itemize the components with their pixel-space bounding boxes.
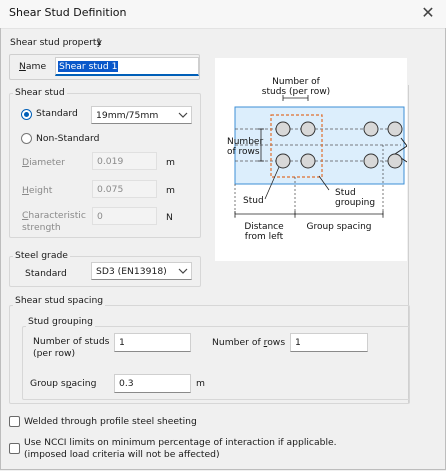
standard-radio[interactable] [21,109,32,120]
group-spacing-field[interactable]: 0.3 [114,374,191,393]
strength-unit: N [166,212,173,223]
name-field[interactable]: Shear stud 1 [55,57,199,76]
stud-circle [363,153,379,169]
steel-grade-value: SD3 (EN13918) [96,266,167,277]
diagram-grouping-label-1: Stud [335,188,356,198]
stud-circle [300,153,316,169]
strength-label: Characteristic strength [22,210,86,233]
strength-label-line2: strength [22,222,61,233]
stud-circle [275,153,291,169]
ncci-label-2: (imposed load criteria will not be affec… [24,449,220,460]
group-spacing-value: 0.3 [119,378,134,389]
stud-standard-value: 19mm/75mm [96,110,159,121]
shear-stud-legend: Shear stud [13,87,67,98]
diameter-unit: m [166,157,175,168]
welded-checkbox[interactable] [9,416,20,427]
name-value: Shear stud 1 [58,61,119,72]
stud-circle [363,121,379,137]
property-label: Shear stud property [10,37,102,48]
spacing-legend: Shear stud spacing [13,295,106,306]
chevron-down-icon [178,268,188,274]
diagram-studs-label-2: studs (per row) [262,87,330,97]
standard-radio-label: Standard [36,108,78,119]
diagram-studs-label-1: Number of [272,77,321,87]
height-unit: m [166,185,175,196]
height-label: Height [22,185,53,196]
property-value: 1 [96,37,102,48]
chevron-down-icon [178,112,188,118]
diagram-stud-label: Stud [243,196,264,206]
strength-field[interactable]: 0 [92,207,157,225]
stud-circle [300,121,316,137]
stud-circle [387,121,403,137]
steel-grade-standard-label: Standard [25,268,67,279]
window-title: Shear Stud Definition [9,6,127,19]
stud-diagram: Number of studs (per row) Number of rows… [215,58,408,261]
ncci-checkbox[interactable] [9,443,20,454]
nonstandard-radio[interactable] [21,133,32,144]
diameter-label: Diameter [22,157,65,168]
strength-value: 0 [97,211,103,222]
diagram-rows-label-1: Number [227,137,263,147]
studs-per-row-label-1: Number of studs [33,336,110,347]
diagram-distance-label-1: Distance [244,222,284,232]
studs-per-row-label: Number of studs (per row) [33,336,109,360]
diagram-grouping-label-2: grouping [335,198,375,208]
studs-per-row-field[interactable]: 1 [114,333,191,352]
rows-label: Number of rows [212,337,286,348]
close-icon[interactable]: ✕ [416,3,440,23]
studs-per-row-label-2: (per row) [33,348,76,359]
height-field[interactable]: 0.075 [92,180,157,198]
stud-circle [275,121,291,137]
group-spacing-label: Group spacing [30,378,97,389]
diameter-value: 0.019 [97,156,124,167]
stud-grouping-legend: Stud grouping [26,316,95,327]
diameter-field[interactable]: 0.019 [92,152,157,170]
steel-grade-legend: Steel grade [13,250,70,261]
ncci-label-1: Use NCCI limits on minimum percentage of… [24,437,337,448]
height-value: 0.075 [97,184,124,195]
name-label: Name [19,61,47,72]
diagram-rows-label-2: of rows [227,147,260,157]
studs-per-row-value: 1 [119,337,125,348]
group-spacing-unit: m [196,378,205,389]
diagram-group-spacing-label: Group spacing [306,222,371,232]
stud-diagram-svg: Number of studs (per row) Number of rows… [227,77,408,242]
stud-circle [387,153,403,169]
rows-value: 1 [295,337,301,348]
ncci-label: Use NCCI limits on minimum percentage of… [24,437,337,461]
welded-label: Welded through profile steel sheeting [24,416,197,427]
name-label-rest: ame [25,61,47,72]
rows-field[interactable]: 1 [290,333,368,352]
diagram-distance-label-2: from left [245,232,284,242]
nonstandard-radio-label: Non-Standard [36,133,100,144]
